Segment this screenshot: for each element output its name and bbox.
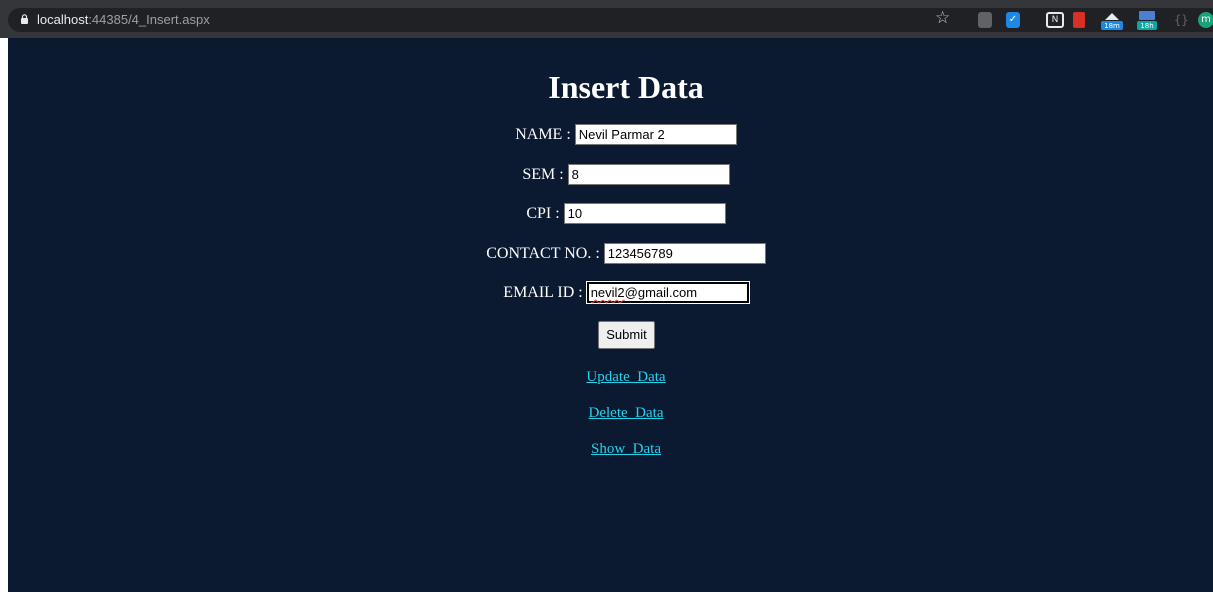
svg-text:18m: 18m: [1104, 22, 1120, 30]
show-data-link[interactable]: Show_Data: [591, 441, 661, 457]
contact-input[interactable]: [603, 242, 766, 264]
code-braces-icon[interactable]: {}: [1174, 12, 1188, 28]
cpi-row: CPI :: [8, 202, 1213, 224]
cpi-label: CPI :: [526, 204, 560, 222]
extension-tracker-icon[interactable]: 18h: [1136, 10, 1158, 30]
sem-row: SEM :: [8, 163, 1213, 185]
url-text: localhost:44385/4_Insert.aspx: [37, 12, 210, 27]
page-title: Insert Data: [548, 69, 704, 105]
delete-data-link[interactable]: Delete_Data: [589, 405, 664, 421]
notion-icon[interactable]: N: [1046, 12, 1064, 28]
profile-avatar-icon[interactable]: m: [1198, 12, 1213, 28]
extension-timer-icon[interactable]: 18m: [1099, 10, 1125, 30]
update-data-link[interactable]: Update_Data: [586, 369, 665, 385]
address-bar[interactable]: localhost:44385/4_Insert.aspx ☆ ✓ N 18m …: [8, 8, 1213, 32]
email-label: EMAIL ID :: [503, 283, 583, 301]
email-value-rest: @gmail.com: [624, 284, 698, 300]
page-viewport: Insert Data NAME : SEM : CPI : CONTACT N…: [8, 38, 1213, 592]
bookmark-star-icon[interactable]: ☆: [935, 10, 951, 27]
name-row: NAME :: [8, 123, 1213, 145]
browser-toolbar: localhost:44385/4_Insert.aspx ☆ ✓ N 18m …: [0, 0, 1213, 38]
submit-button[interactable]: Submit: [598, 321, 655, 349]
extension-book-icon[interactable]: [1073, 12, 1085, 28]
email-row: EMAIL ID : nevil2@gmail.com: [8, 281, 1213, 303]
update-data-row: Update_Data: [8, 368, 1213, 386]
contact-label: CONTACT NO. :: [486, 244, 600, 262]
svg-text:18h: 18h: [1140, 22, 1153, 30]
name-input[interactable]: [574, 123, 737, 145]
sem-input[interactable]: [567, 163, 730, 185]
show-data-row: Show_Data: [8, 440, 1213, 458]
cpi-input[interactable]: [563, 202, 726, 224]
sem-label: SEM :: [522, 165, 564, 183]
contact-row: CONTACT NO. :: [8, 242, 1213, 264]
extension-bulb-icon[interactable]: [978, 12, 992, 28]
email-input[interactable]: nevil2@gmail.com: [586, 281, 749, 303]
delete-data-row: Delete_Data: [8, 404, 1213, 422]
name-label: NAME :: [515, 125, 571, 143]
email-value-misspelled: nevil2: [590, 284, 625, 300]
lock-icon: [21, 14, 28, 24]
extension-check-icon[interactable]: ✓: [1006, 12, 1020, 28]
